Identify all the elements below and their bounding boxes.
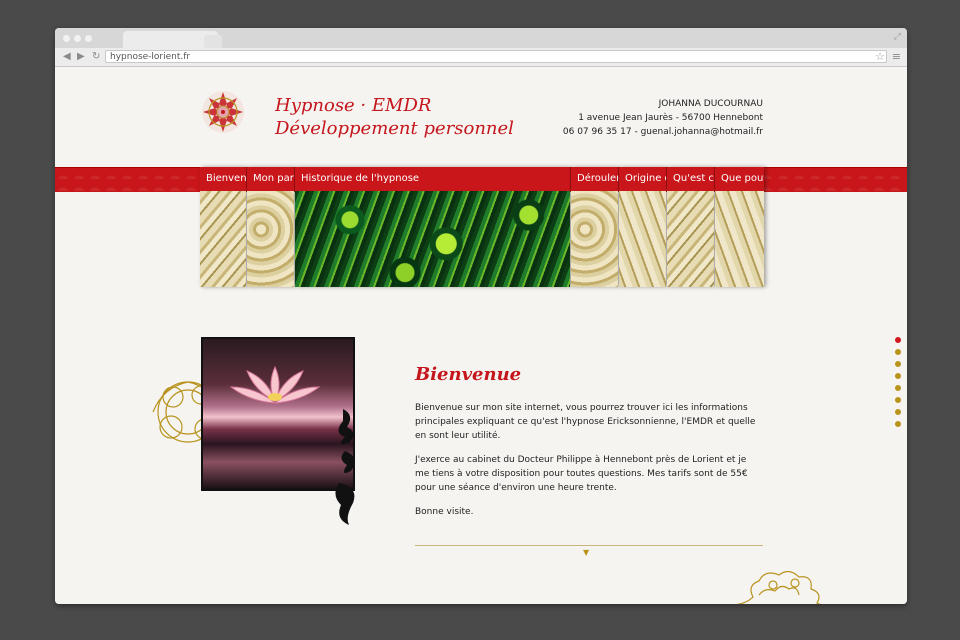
contact-block: JOHANNA DUCOURNAU 1 avenue Jean Jaurès -… — [563, 97, 763, 139]
browser-window: ⤢ ◀ ▶ ↻ hypnose-lorient.fr ☆ ≡ Hypnose ·… — [55, 28, 907, 604]
section-divider — [415, 545, 763, 546]
section-dot[interactable] — [895, 361, 901, 367]
nav-item-label: Qu'est ce — [667, 167, 714, 191]
welcome-paragraph-1: Bienvenue sur mon site internet, vous po… — [415, 403, 756, 441]
section-dot[interactable] — [895, 409, 901, 415]
new-tab-button[interactable] — [204, 35, 222, 48]
back-arrow-icon[interactable]: ◀ — [63, 50, 71, 64]
contact-name: JOHANNA DUCOURNAU — [658, 99, 763, 109]
contact-phone-email: 06 07 96 35 17 - guenal.johanna@hotmail.… — [562, 127, 763, 137]
nav-item-bienvenue[interactable]: Bienvenue — [200, 167, 246, 287]
nav-item-image — [295, 191, 570, 287]
contact-address: 1 avenue Jean Jaurès - 56700 Hennebont — [578, 113, 763, 123]
nav-item-label: Bienvenue — [200, 167, 246, 191]
ink-calligraphy-icon — [335, 409, 355, 525]
browser-toolbar: ◀ ▶ ↻ hypnose-lorient.fr ☆ ≡ — [55, 48, 907, 67]
section-dot[interactable] — [895, 349, 901, 355]
nav-item-image — [571, 191, 618, 287]
welcome-paragraph-2: J'exerce au cabinet du Docteur Philippe … — [415, 455, 748, 493]
nav-item-deroulement[interactable]: Déroulem — [571, 167, 618, 287]
nav-item-que-pouvez[interactable]: Que pouv — [715, 167, 764, 287]
mandala-logo-icon[interactable] — [201, 90, 245, 134]
address-bar[interactable]: hypnose-lorient.fr — [105, 50, 887, 63]
nav-item-origine[interactable]: Origine de — [619, 167, 666, 287]
nav-item-mon-parcours[interactable]: Mon parc — [247, 167, 294, 287]
fullscreen-icon[interactable]: ⤢ — [894, 32, 901, 42]
section-dot[interactable] — [895, 385, 901, 391]
window-minimize-icon[interactable] — [74, 35, 81, 42]
nav-item-quest-ce[interactable]: Qu'est ce — [667, 167, 714, 287]
browser-menu-icon[interactable]: ≡ — [892, 50, 901, 63]
section-dot[interactable] — [895, 397, 901, 403]
browser-titlebar: ⤢ — [55, 28, 907, 48]
nav-item-image — [619, 191, 666, 287]
gold-cloud-ornament-icon — [736, 570, 821, 604]
welcome-paragraph-3: Bonne visite. — [415, 507, 474, 517]
nav-item-image — [667, 191, 714, 287]
bookmark-star-icon[interactable]: ☆ — [875, 50, 885, 63]
section-dot[interactable] — [895, 373, 901, 379]
site-title-line1: Hypnose · EMDR — [275, 95, 432, 116]
web-page: Hypnose · EMDR Développement personnel J… — [55, 67, 907, 604]
section-dot[interactable] — [895, 337, 901, 343]
welcome-section: Bienvenue Bienvenue sur mon site interne… — [415, 364, 763, 529]
nav-item-label: Mon parc — [247, 167, 294, 191]
welcome-illustration — [143, 337, 383, 537]
lotus-flower-icon — [229, 365, 321, 404]
nav-item-image — [200, 191, 246, 287]
forward-arrow-icon[interactable]: ▶ — [77, 50, 85, 64]
site-title-line2: Développement personnel — [275, 118, 514, 139]
nav-item-label: Déroulem — [571, 167, 618, 191]
reload-icon[interactable]: ↻ — [92, 50, 100, 64]
nav-item-label: Origine de — [619, 167, 666, 191]
nav-item-label: Que pouv — [715, 167, 764, 191]
nav-item-historique[interactable]: Historique de l'hypnose — [295, 167, 570, 287]
nav-item-image — [715, 191, 764, 287]
section-dots — [895, 337, 903, 433]
window-maximize-icon[interactable] — [85, 35, 92, 42]
main-navigation: Bienvenue Mon parc Historique de l'hypno… — [200, 167, 764, 287]
window-close-icon[interactable] — [63, 35, 70, 42]
nav-item-image — [247, 191, 294, 287]
welcome-heading: Bienvenue — [415, 364, 522, 385]
section-dot[interactable] — [895, 421, 901, 427]
site-title[interactable]: Hypnose · EMDR Développement personnel — [275, 94, 514, 140]
nav-item-label: Historique de l'hypnose — [295, 167, 570, 191]
scroll-down-triangle-icon[interactable]: ▼ — [583, 548, 589, 557]
